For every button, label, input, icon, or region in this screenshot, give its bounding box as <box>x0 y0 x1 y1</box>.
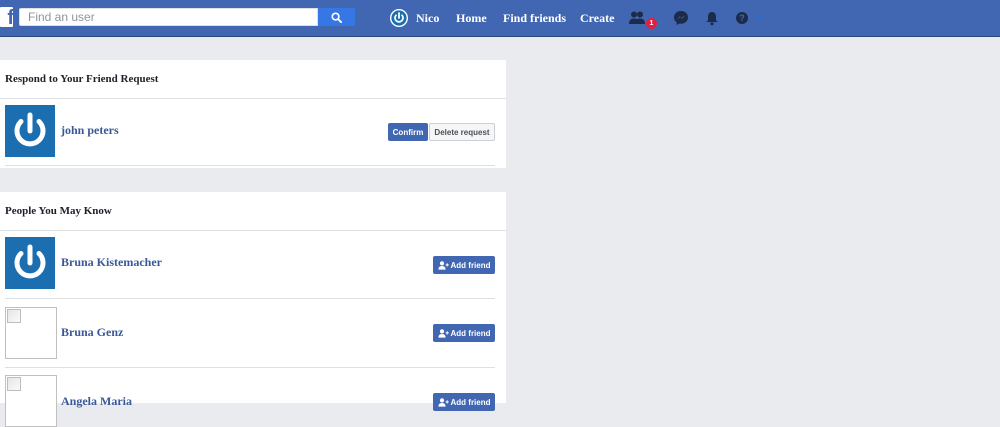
messenger-icon <box>674 11 688 25</box>
nav-home[interactable]: Home <box>456 11 487 26</box>
search-bar <box>19 8 355 26</box>
friend-requests-card: Respond to Your Friend Request john pete… <box>0 60 506 168</box>
add-friend-button[interactable]: Add friend <box>433 256 495 274</box>
account-menu-button[interactable] <box>751 9 769 27</box>
notifications-button[interactable] <box>703 9 721 27</box>
top-navigation-bar: f Nico Home Find friends Create <box>0 0 1000 37</box>
friend-requests-header: Respond to Your Friend Request <box>0 60 506 99</box>
nav-create[interactable]: Create <box>580 11 614 26</box>
svg-text:?: ? <box>739 13 745 23</box>
add-friend-label: Add friend <box>450 328 491 338</box>
avatar[interactable] <box>5 307 57 359</box>
friend-request-name[interactable]: john peters <box>61 123 119 138</box>
search-icon <box>331 11 342 23</box>
avatar[interactable] <box>5 237 55 289</box>
add-user-icon <box>437 328 449 338</box>
chevron-down-icon <box>754 14 766 22</box>
add-user-icon <box>437 260 449 270</box>
notification-badge: 1 <box>645 17 658 30</box>
person-name[interactable]: Bruna Genz <box>61 325 123 340</box>
list-item: Bruna Kistemacher Add friend <box>5 231 495 299</box>
search-input[interactable] <box>19 8 318 26</box>
people-you-may-know-header: People You May Know <box>0 192 506 231</box>
profile-link[interactable]: Nico <box>390 0 439 36</box>
power-icon <box>14 112 46 147</box>
profile-avatar <box>390 9 408 27</box>
friend-requests-button[interactable] <box>628 9 646 27</box>
profile-name: Nico <box>416 10 440 25</box>
help-icon: ? <box>736 12 748 24</box>
confirm-button[interactable]: Confirm <box>388 123 428 141</box>
add-friend-label: Add friend <box>450 397 491 407</box>
list-item: Bruna Genz Add friend <box>5 299 495 368</box>
add-friend-button[interactable]: Add friend <box>433 324 495 342</box>
add-user-icon <box>437 397 449 407</box>
help-button[interactable]: ? <box>733 9 751 27</box>
power-icon <box>14 244 46 279</box>
nav-find-friends[interactable]: Find friends <box>503 11 566 26</box>
add-friend-button[interactable]: Add friend <box>433 393 495 411</box>
avatar[interactable] <box>5 105 55 157</box>
list-item: Angela Maria Add friend <box>5 368 495 427</box>
friends-icon <box>629 11 645 24</box>
person-name[interactable]: Bruna Kistemacher <box>61 255 162 270</box>
delete-request-button[interactable]: Delete request <box>429 123 495 141</box>
messenger-button[interactable] <box>672 9 690 27</box>
people-you-may-know-card: People You May Know Bruna Kistemacher Ad… <box>0 192 506 427</box>
add-friend-label: Add friend <box>450 260 491 270</box>
avatar[interactable] <box>5 375 57 427</box>
friend-request-row: john peters Confirm Delete request <box>5 99 495 166</box>
power-icon <box>391 10 407 26</box>
bell-icon <box>706 11 718 25</box>
facebook-logo-icon[interactable]: f <box>0 7 13 27</box>
person-name[interactable]: Angela Maria <box>61 394 132 409</box>
search-button[interactable] <box>318 8 355 26</box>
